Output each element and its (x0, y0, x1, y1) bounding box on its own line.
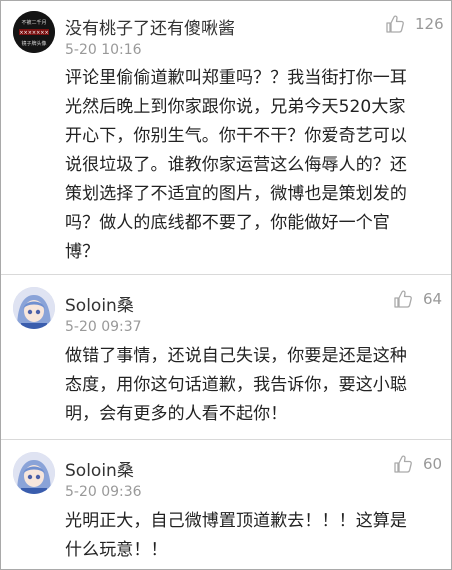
comment-text-line: 评论里偷偷道歉叫郑重吗？？我当街打你一耳 (65, 68, 407, 88)
avatar-image (13, 287, 55, 329)
avatar[interactable] (13, 452, 55, 494)
avatar[interactable] (13, 287, 55, 329)
comment-text-line: 态度，用你这句话道歉，我告诉你，要这小聪 (65, 375, 407, 395)
avatar-text-line: 镜子牌头像 (21, 40, 46, 47)
thumbs-up-icon (394, 290, 412, 308)
avatar-text-line: ××××××× (19, 30, 48, 36)
comment-text-line: 开心下，你别生气。你干不干？你爱奇艺可以 (65, 126, 407, 146)
comment-text-line: 说很垃圾了。谁教你家运营这么侮辱人的？还 (65, 155, 407, 175)
thumbs-up-icon (394, 455, 412, 473)
comment-text-line: 光然后晚上到你家跟你说，兄弟今天520大家 (65, 97, 406, 117)
timestamp: 5-20 10:16 (65, 42, 142, 58)
timestamp: 5-20 09:37 (65, 319, 142, 335)
comment-item: 不被二千月 ××××××× 镜子牌头像 没有桃子了还有傻啾酱 5-20 10:1… (1, 1, 451, 271)
like-button[interactable]: 60 (393, 454, 442, 474)
comment-text-line: 光明正大，自己微博置顶道歉去！！！这算是 (65, 511, 407, 531)
avatar-image: 不被二千月 ××××××× 镜子牌头像 (13, 11, 55, 53)
avatar-text-line: 不被二千月 (21, 19, 46, 26)
comment-list: 不被二千月 ××××××× 镜子牌头像 没有桃子了还有傻啾酱 5-20 10:1… (0, 0, 452, 570)
comment-text: 评论里偷偷道歉叫郑重吗？？我当街打你一耳 光然后晚上到你家跟你说，兄弟今天520… (65, 64, 445, 267)
comment-text-line: 吗？做人的底线都不要了，你能做好一个官 (65, 213, 390, 233)
like-count: 64 (423, 290, 443, 308)
like-count: 60 (423, 455, 443, 473)
avatar[interactable]: 不被二千月 ××××××× 镜子牌头像 (13, 11, 55, 53)
username[interactable]: Soloin桑 (65, 291, 134, 316)
comment-text-line: 策划选择了不适宜的图片，微博也是策划发的 (65, 184, 407, 204)
avatar-image (13, 452, 55, 494)
thumbs-up-icon (386, 15, 404, 33)
comment-text-line: 什么玩意！！ (65, 540, 168, 560)
username[interactable]: Soloin桑 (65, 456, 134, 481)
like-count: 126 (415, 15, 444, 33)
timestamp: 5-20 09:36 (65, 484, 142, 500)
like-button[interactable]: 64 (393, 289, 442, 309)
comment-text: 光明正大，自己微博置顶道歉去！！！这算是 什么玩意！！ (65, 507, 445, 565)
comment-text-line: 博？ (65, 242, 100, 262)
username[interactable]: 没有桃子了还有傻啾酱 (65, 14, 235, 39)
comment-item: Soloin桑 5-20 09:37 64 做错了事情，还说自己失误，你要是还是… (1, 275, 451, 425)
comment-text-line: 明，会有更多的人看不起你！ (65, 404, 288, 424)
comment-text-line: 做错了事情，还说自己失误，你要是还是这种 (65, 346, 407, 366)
comment-item: Soloin桑 5-20 09:36 60 光明正大，自己微博置顶道歉去！！！这… (1, 440, 451, 570)
like-button[interactable]: 126 (385, 14, 444, 34)
comment-text: 做错了事情，还说自己失误，你要是还是这种 态度，用你这句话道歉，我告诉你，要这小… (65, 342, 445, 429)
